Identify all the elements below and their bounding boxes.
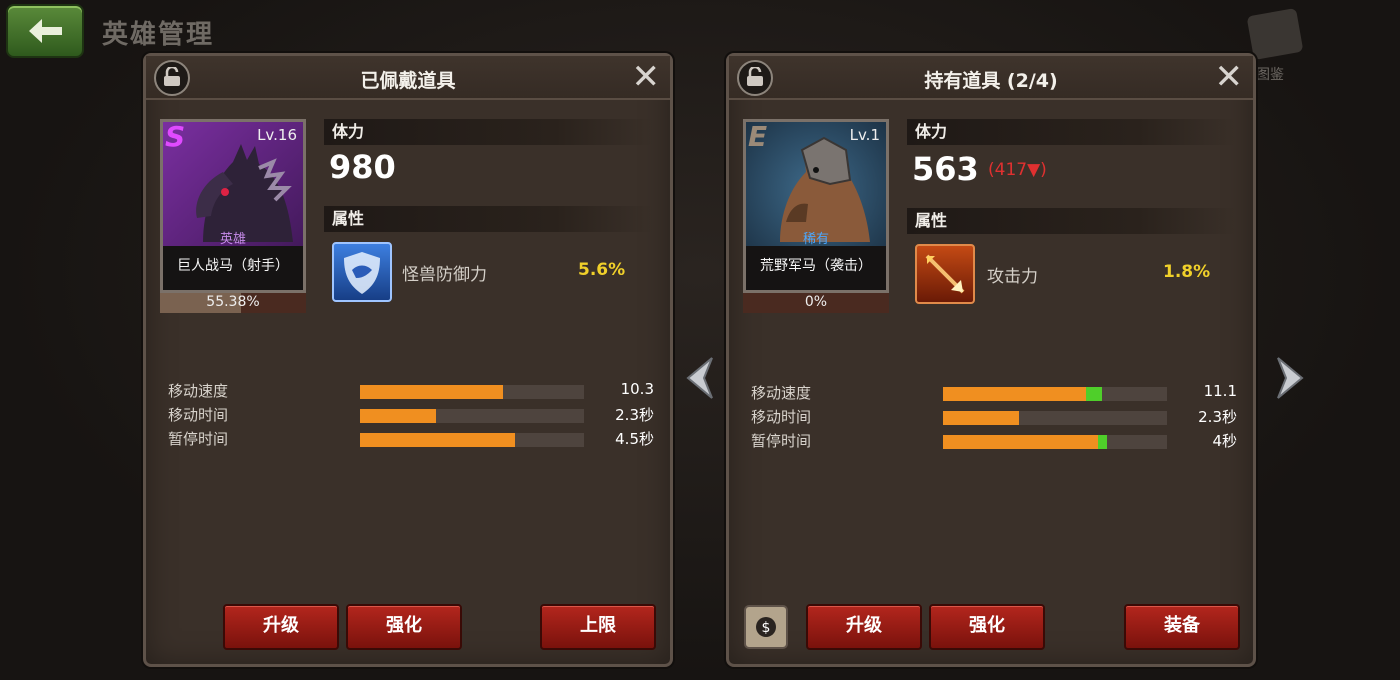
stat-bar-gain <box>1086 387 1103 401</box>
exp-text: 0% <box>804 294 828 310</box>
close-icon[interactable]: ✕ <box>632 60 661 94</box>
upgrade-button[interactable]: 升级 <box>223 604 339 650</box>
upgrade-button[interactable]: 升级 <box>806 604 922 650</box>
level-label: Lv.1 <box>849 126 880 144</box>
stat-row: 暂停时间 4.5秒 <box>168 428 654 450</box>
stat-bar-fill <box>943 387 1087 401</box>
enhance-button[interactable]: 强化 <box>929 604 1045 650</box>
stat-bar-fill <box>360 385 504 399</box>
back-button[interactable] <box>6 4 84 58</box>
stat-bar-gain <box>1097 435 1107 449</box>
panel-header: 已佩戴道具 ✕ <box>146 56 670 100</box>
stat-label: 移动速度 <box>168 382 229 400</box>
stat-value: 4.5秒 <box>615 430 654 448</box>
stat-bar <box>360 385 584 399</box>
item-portrait[interactable]: E Lv.1 稀有 荒野军马（袭击） <box>743 119 889 293</box>
grade-badge: E <box>748 120 768 153</box>
stat-row: 暂停时间 4秒 <box>751 430 1237 452</box>
owned-item-panel: 持有道具 (2/4) ✕ E Lv.1 稀有 荒野军马（袭击） 0% 体力 56… <box>726 53 1256 667</box>
top-bar: 英雄管理 图鉴 <box>0 0 1400 83</box>
rarity-label: 英雄 <box>219 232 246 247</box>
stat-bar-fill <box>943 435 1098 449</box>
stat-label: 移动速度 <box>751 384 812 402</box>
stat-label: 移动时间 <box>168 406 229 424</box>
hp-difference: (417▼) <box>988 160 1047 180</box>
codex-label: 图鉴 <box>1256 67 1284 83</box>
stat-value: 10.3 <box>620 380 654 398</box>
stat-row: 移动速度 11.1 <box>751 382 1237 404</box>
hp-value: 980 <box>329 148 396 186</box>
stat-bar <box>943 387 1167 401</box>
attr-name: 攻击力 <box>987 267 1038 287</box>
stat-value: 2.3秒 <box>615 406 654 424</box>
hp-section-label: 体力 <box>324 119 654 145</box>
attr-section-label: 属性 <box>907 208 1237 234</box>
stat-bar-fill <box>360 409 437 423</box>
equip-button[interactable]: 装备 <box>1124 604 1240 650</box>
stat-row: 移动时间 2.3秒 <box>751 406 1237 428</box>
level-label: Lv.16 <box>257 126 297 144</box>
arrow-attack-icon <box>915 244 975 304</box>
item-name: 巨人战马（射手） <box>163 246 303 290</box>
stat-value: 2.3秒 <box>1198 408 1237 426</box>
stat-bar-fill <box>360 433 515 447</box>
equipped-item-panel: 已佩戴道具 ✕ S Lv.16 英雄 巨人战马（射手） 55.38% 体力 98… <box>143 53 673 667</box>
stat-bar <box>943 435 1167 449</box>
book-icon <box>1246 7 1304 61</box>
panel-title: 已佩戴道具 <box>360 70 456 92</box>
panel-header: 持有道具 (2/4) ✕ <box>729 56 1253 100</box>
hp-value: 563 <box>912 150 979 188</box>
next-arrow-icon[interactable] <box>1272 356 1308 400</box>
panel-title: 持有道具 (2/4) <box>924 70 1058 92</box>
rarity-label: 稀有 <box>802 232 829 247</box>
attr-value: 1.8% <box>1163 262 1211 282</box>
item-name: 荒野军马（袭击） <box>746 246 886 290</box>
stat-label: 暂停时间 <box>751 432 812 450</box>
stat-row: 移动速度 10.3 <box>168 380 654 402</box>
hp-section-label: 体力 <box>907 119 1237 145</box>
sell-button[interactable]: $ <box>744 605 788 649</box>
exp-bar: 0% <box>743 293 889 313</box>
back-arrow-icon <box>29 19 62 43</box>
stat-value: 11.1 <box>1203 382 1237 400</box>
grade-badge: S <box>165 120 186 153</box>
svg-text:$: $ <box>762 620 771 636</box>
coin-return-icon: $ <box>756 617 776 637</box>
stat-bar-fill <box>943 411 1020 425</box>
stat-bar <box>360 433 584 447</box>
exp-text: 55.38% <box>206 294 260 310</box>
stat-row: 移动时间 2.3秒 <box>168 404 654 426</box>
exp-bar: 55.38% <box>160 293 306 313</box>
enhance-button[interactable]: 强化 <box>346 604 462 650</box>
attr-value: 5.6% <box>578 260 626 280</box>
stat-bar <box>943 411 1167 425</box>
stat-label: 移动时间 <box>751 408 812 426</box>
page-title: 英雄管理 <box>102 20 215 50</box>
prev-arrow-icon[interactable] <box>682 356 718 400</box>
stat-value: 4秒 <box>1212 432 1237 450</box>
stat-label: 暂停时间 <box>168 430 229 448</box>
stat-bar <box>360 409 584 423</box>
shield-icon <box>332 242 392 302</box>
close-icon[interactable]: ✕ <box>1215 60 1244 94</box>
limit-button[interactable]: 上限 <box>540 604 656 650</box>
attr-section-label: 属性 <box>324 206 654 232</box>
attr-name: 怪兽防御力 <box>402 265 487 285</box>
item-portrait[interactable]: S Lv.16 英雄 巨人战马（射手） <box>160 119 306 293</box>
